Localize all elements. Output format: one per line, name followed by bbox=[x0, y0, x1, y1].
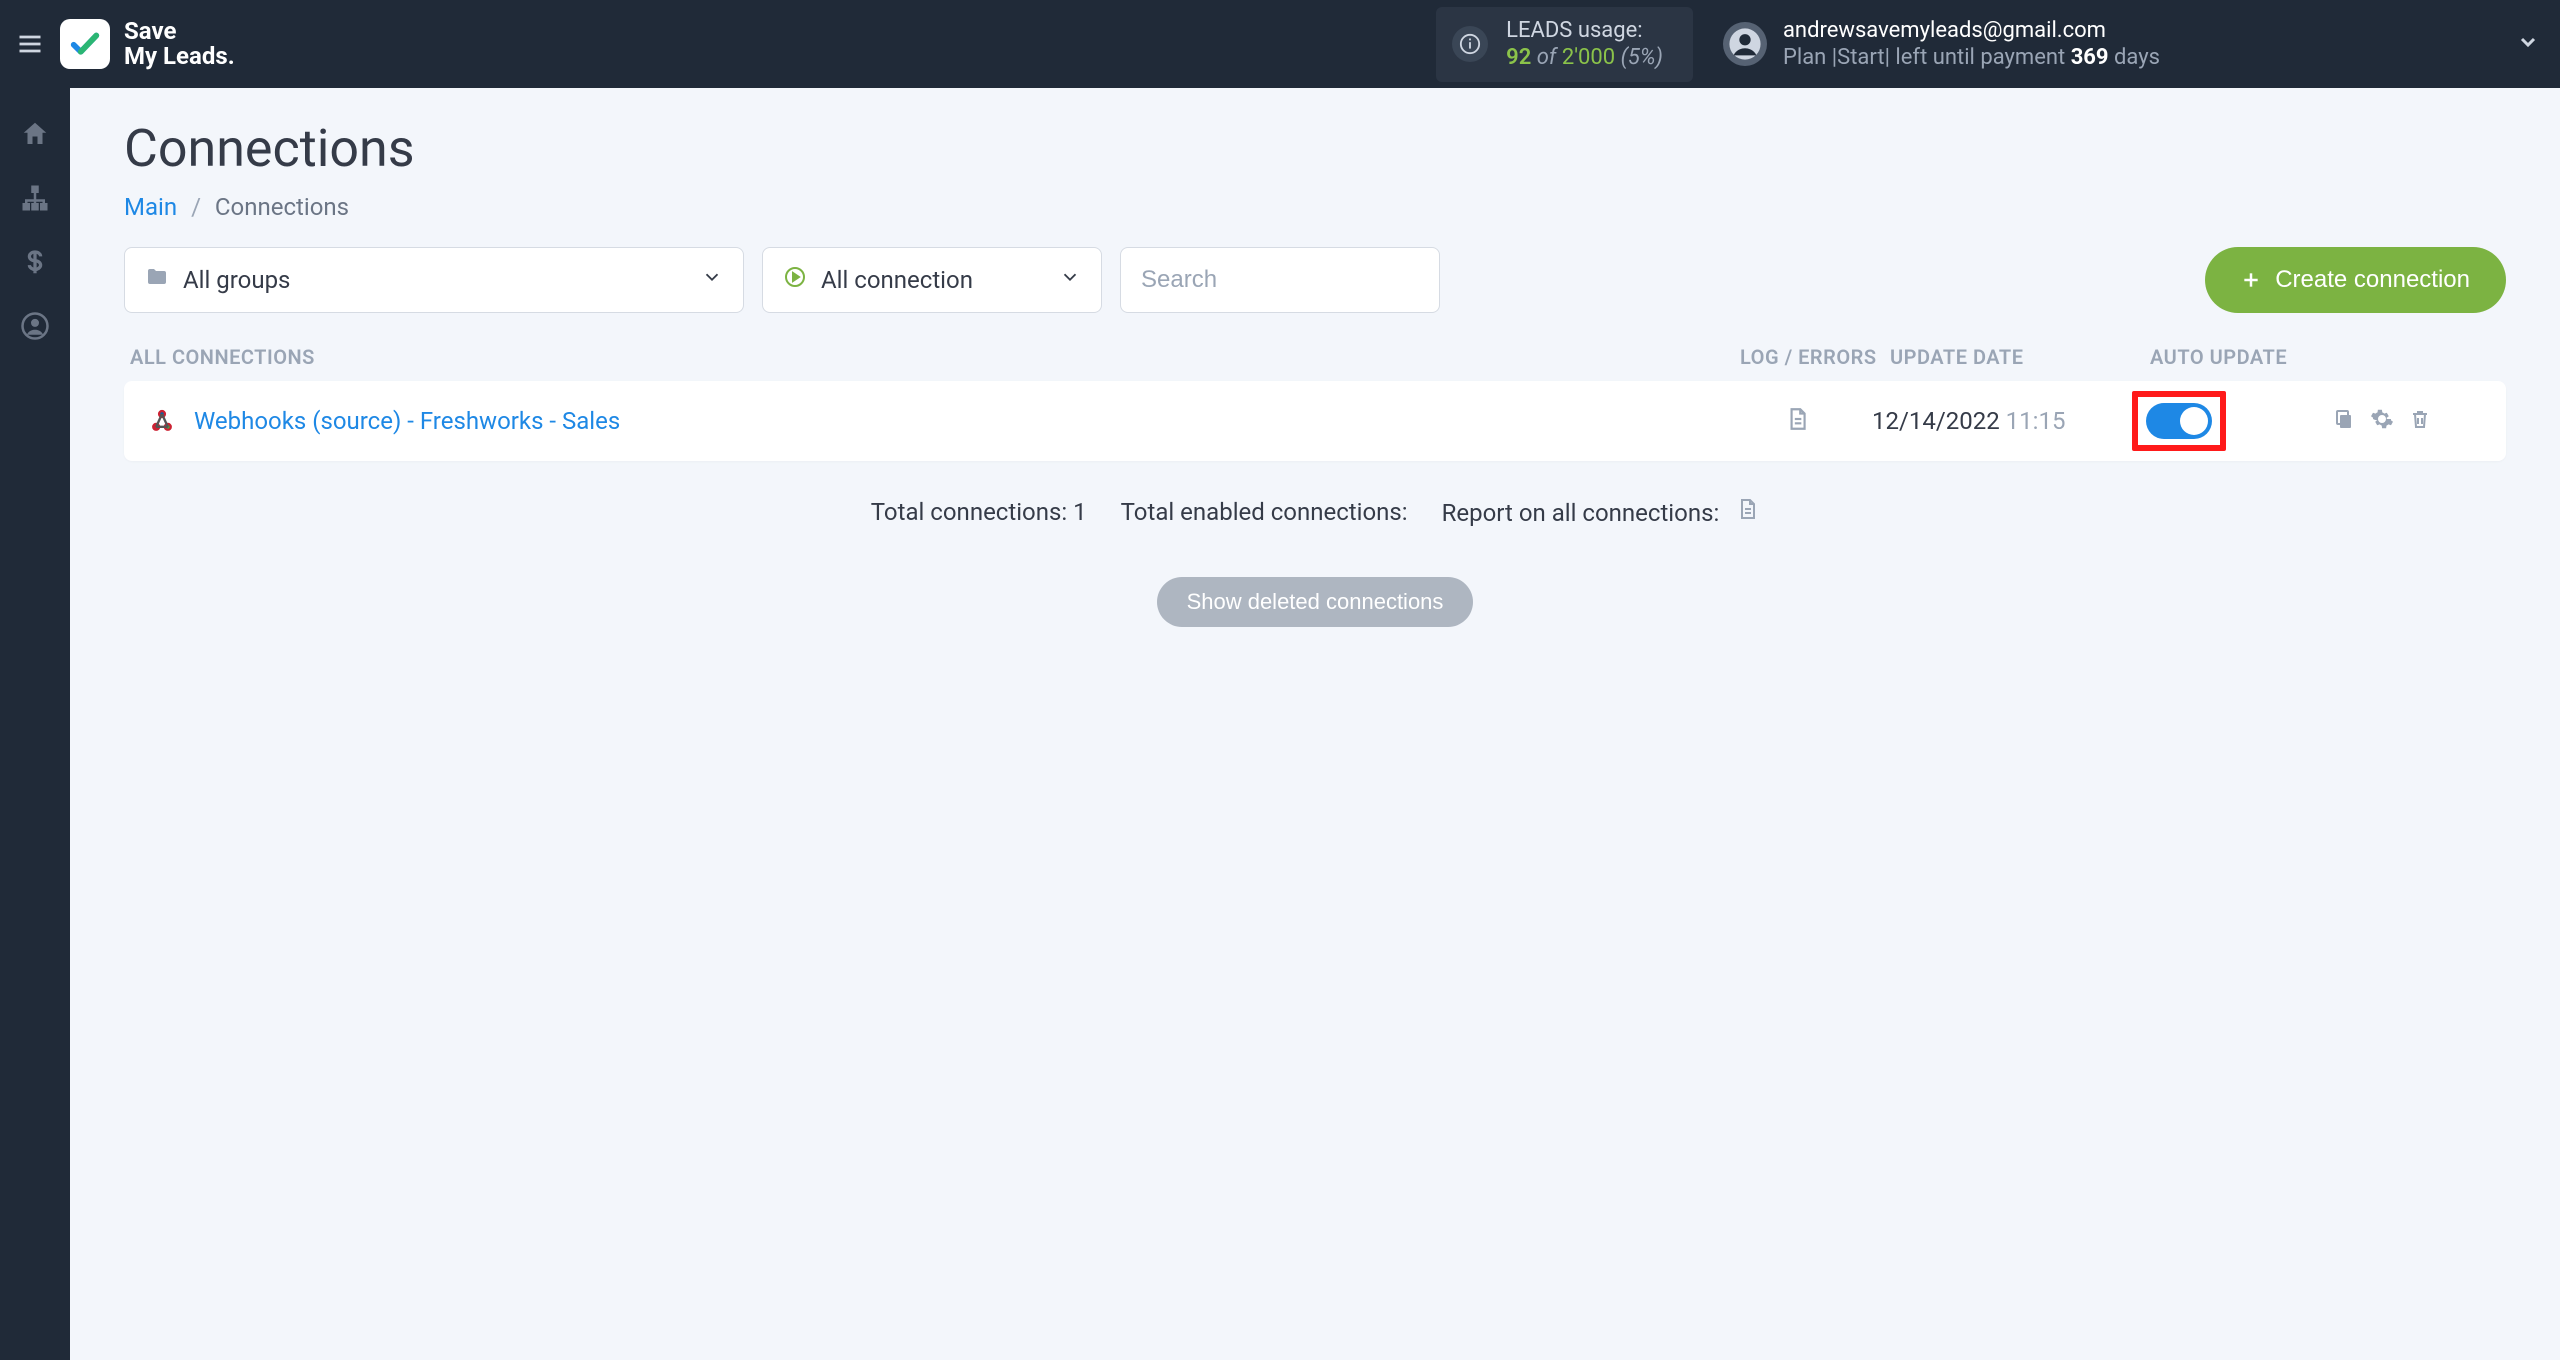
avatar-icon bbox=[1723, 22, 1767, 66]
nav-profile[interactable] bbox=[19, 310, 51, 342]
groups-dropdown[interactable]: All groups bbox=[124, 247, 744, 313]
report-button[interactable] bbox=[1735, 499, 1759, 527]
breadcrumb-current: Connections bbox=[215, 193, 349, 221]
summary-total-label: Total connections: bbox=[871, 498, 1073, 526]
check-icon bbox=[68, 27, 102, 61]
usage-total: 2'000 bbox=[1562, 45, 1615, 70]
usage-widget: LEADS usage: 92 of 2'000 (5%) bbox=[1436, 7, 1693, 82]
nav-connections[interactable] bbox=[19, 182, 51, 214]
delete-button[interactable] bbox=[2408, 407, 2432, 435]
user-circle-icon bbox=[20, 311, 50, 341]
summary-report-label: Report on all connections: bbox=[1442, 499, 1720, 527]
nav-home[interactable] bbox=[19, 118, 51, 150]
summary-report: Report on all connections: bbox=[1442, 497, 1760, 527]
toggle-knob bbox=[2180, 407, 2208, 435]
copy-button[interactable] bbox=[2332, 407, 2356, 435]
brand-line2: My Leads. bbox=[124, 44, 235, 69]
sitemap-icon bbox=[20, 183, 50, 213]
col-auto: Auto update bbox=[2150, 345, 2350, 369]
brand-line1: Save bbox=[124, 19, 235, 44]
summary-row: Total connections: 1 Total enabled conne… bbox=[124, 497, 2506, 527]
summary-total-value: 1 bbox=[1073, 498, 1087, 526]
plan-prefix: Plan | bbox=[1783, 45, 1837, 70]
nav-billing[interactable] bbox=[19, 246, 51, 278]
account-menu[interactable]: andrewsavemyleads@gmail.com Plan |Start|… bbox=[1723, 17, 2540, 72]
gear-icon bbox=[2370, 407, 2394, 431]
page-title: Connections bbox=[124, 118, 2506, 179]
update-date-time: 11:15 bbox=[2006, 407, 2066, 435]
plan-suffix: days bbox=[2109, 45, 2160, 70]
log-button[interactable] bbox=[1784, 406, 1810, 436]
hamburger-menu-button[interactable] bbox=[10, 24, 50, 64]
webhook-icon bbox=[148, 407, 176, 435]
status-label: All connection bbox=[821, 266, 973, 294]
info-icon bbox=[1452, 26, 1488, 62]
hamburger-icon bbox=[16, 30, 44, 58]
highlight-annotation bbox=[2132, 391, 2226, 451]
account-plan: Plan |Start| left until payment 369 days bbox=[1783, 44, 2160, 72]
chevron-down-icon bbox=[1059, 266, 1081, 294]
chevron-down-icon bbox=[701, 266, 723, 294]
plan-mid: | left until payment bbox=[1885, 45, 2071, 70]
plus-icon bbox=[2241, 270, 2261, 290]
connection-link[interactable]: Webhooks (source) - Freshworks - Sales bbox=[194, 407, 620, 435]
breadcrumb: Main / Connections bbox=[124, 193, 2506, 221]
usage-values: 92 of 2'000 (5%) bbox=[1506, 44, 1663, 72]
trash-icon bbox=[2408, 407, 2432, 431]
plan-days: 369 bbox=[2071, 45, 2109, 70]
sidebar-nav bbox=[0, 88, 70, 1360]
summary-enabled: Total enabled connections: bbox=[1121, 498, 1408, 526]
usage-current: 92 bbox=[1506, 45, 1531, 70]
col-log: Log / Errors bbox=[1740, 345, 1890, 369]
dollar-icon bbox=[20, 247, 50, 277]
update-date-day: 12/14/2022 bbox=[1872, 407, 2000, 435]
breadcrumb-main-link[interactable]: Main bbox=[124, 193, 177, 221]
search-field-wrap[interactable] bbox=[1120, 247, 1440, 313]
create-connection-label: Create connection bbox=[2275, 266, 2470, 294]
auto-update-toggle[interactable] bbox=[2146, 403, 2212, 439]
col-name: All connections bbox=[130, 345, 1740, 369]
account-email: andrewsavemyleads@gmail.com bbox=[1783, 17, 2160, 45]
update-date: 12/14/2022 11:15 bbox=[1872, 407, 2132, 435]
table-row: Webhooks (source) - Freshworks - Sales 1… bbox=[124, 381, 2506, 461]
summary-total: Total connections: 1 bbox=[871, 498, 1087, 526]
brand-name: Save My Leads. bbox=[124, 19, 235, 69]
document-icon bbox=[1784, 406, 1810, 432]
plan-name: Start bbox=[1837, 45, 1884, 70]
show-deleted-button[interactable]: Show deleted connections bbox=[1157, 577, 1474, 627]
groups-label: All groups bbox=[183, 266, 290, 294]
brand-logo bbox=[60, 19, 110, 69]
breadcrumb-sep: / bbox=[191, 193, 201, 221]
table-header: All connections Log / Errors Update date… bbox=[124, 345, 2506, 381]
copy-icon bbox=[2332, 407, 2356, 431]
home-icon bbox=[20, 119, 50, 149]
play-circle-icon bbox=[783, 265, 807, 295]
search-input[interactable] bbox=[1141, 266, 1419, 294]
create-connection-button[interactable]: Create connection bbox=[2205, 247, 2506, 313]
account-chevron-down-icon[interactable] bbox=[2516, 30, 2540, 58]
col-date: Update date bbox=[1890, 345, 2150, 369]
usage-pct: (5%) bbox=[1621, 45, 1663, 70]
document-icon bbox=[1735, 497, 1759, 521]
usage-of: of bbox=[1537, 45, 1557, 70]
folder-icon bbox=[145, 265, 169, 295]
usage-label: LEADS usage: bbox=[1506, 17, 1663, 45]
settings-button[interactable] bbox=[2370, 407, 2394, 435]
status-dropdown[interactable]: All connection bbox=[762, 247, 1102, 313]
